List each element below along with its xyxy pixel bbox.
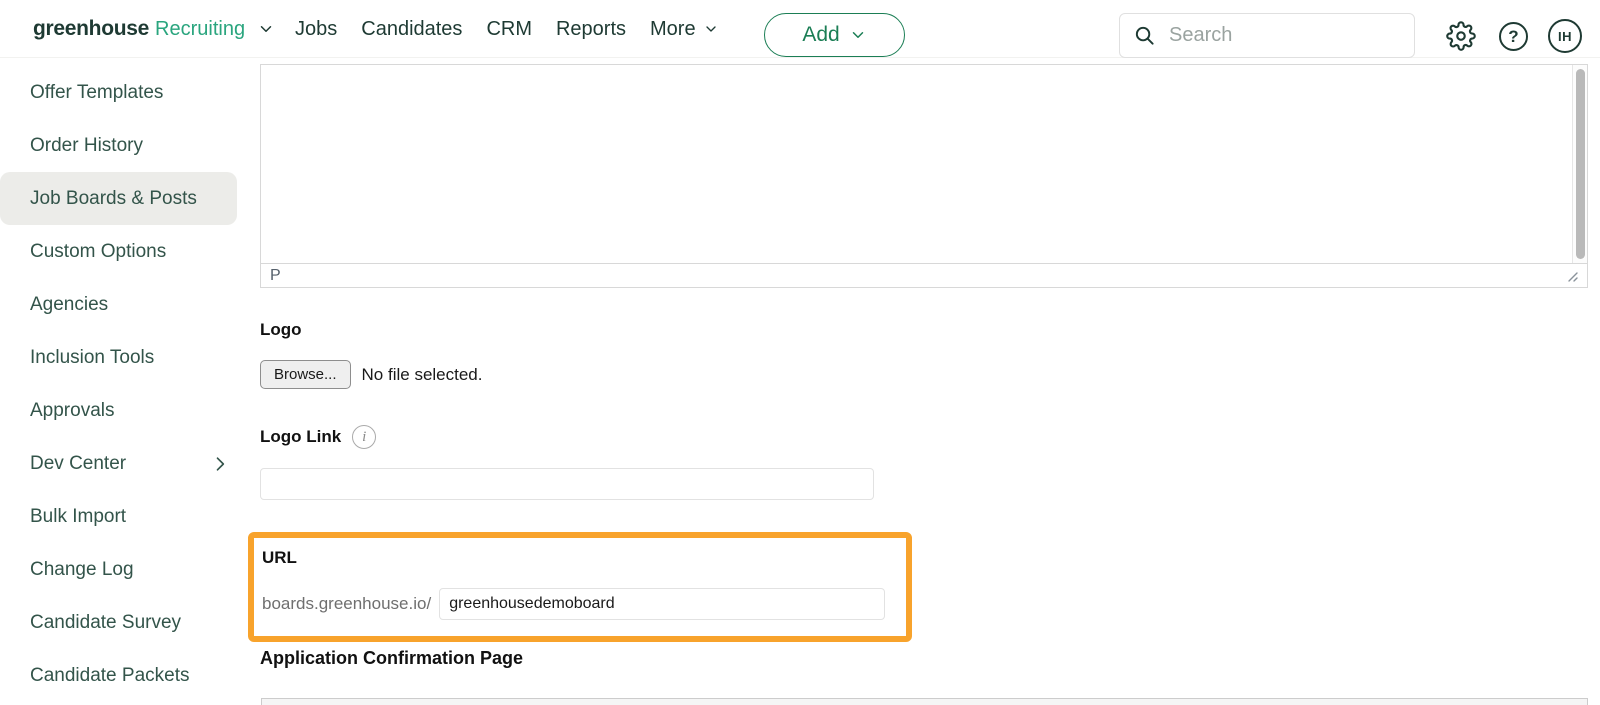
nav-item-more[interactable]: More — [650, 18, 719, 41]
search-icon — [1133, 24, 1156, 47]
editor-resize-grip-icon[interactable] — [1565, 269, 1578, 282]
editor-scrollbar-thumb[interactable] — [1576, 69, 1585, 259]
page: greenhouse Recruiting Jobs Candidates CR… — [0, 0, 1600, 705]
sidebar-item-inclusion-tools[interactable]: Inclusion Tools — [0, 331, 260, 384]
add-button[interactable]: Add — [764, 13, 905, 57]
url-section-heading: URL — [262, 548, 297, 568]
url-highlight-box: URL boards.greenhouse.io/ — [248, 532, 912, 642]
sidebar-item-candidate-survey[interactable]: Candidate Survey — [0, 596, 260, 649]
brand-wordmark: greenhouse — [33, 17, 149, 41]
sidebar-item-agencies[interactable]: Agencies — [0, 278, 260, 331]
product-name: Recruiting — [155, 18, 245, 41]
sidebar-item-dev-center[interactable]: Dev Center — [0, 437, 260, 490]
settings-gear-icon[interactable] — [1446, 21, 1476, 51]
logo-link-input[interactable] — [260, 468, 874, 500]
nav-item-jobs[interactable]: Jobs — [295, 18, 337, 41]
chevron-down-icon — [257, 20, 275, 38]
app-logo-menu[interactable]: greenhouse Recruiting — [33, 0, 275, 58]
editor-content-area[interactable] — [261, 65, 1572, 263]
sidebar-item-offer-templates[interactable]: Offer Templates — [0, 66, 260, 119]
confirmation-section-heading: Application Confirmation Page — [260, 648, 523, 669]
sidebar-item-change-log[interactable]: Change Log — [0, 543, 260, 596]
search-box — [1119, 13, 1415, 58]
sidebar-item-order-history[interactable]: Order History — [0, 119, 260, 172]
settings-sidebar: Offer Templates Order History Job Boards… — [0, 58, 260, 705]
editor-scrollbar[interactable] — [1572, 65, 1587, 263]
file-status-text: No file selected. — [362, 365, 483, 385]
info-icon[interactable]: i — [352, 425, 376, 449]
sidebar-item-job-boards-posts[interactable]: Job Boards & Posts — [0, 172, 237, 225]
nav-item-reports[interactable]: Reports — [556, 18, 626, 41]
chevron-right-icon — [210, 454, 230, 474]
nav-item-crm[interactable]: CRM — [486, 18, 532, 41]
editor-element-path: P — [270, 267, 281, 285]
search-input[interactable] — [1169, 24, 1401, 47]
logo-link-heading: Logo Link — [260, 427, 341, 447]
chevron-down-icon — [703, 21, 719, 37]
sidebar-item-bulk-import[interactable]: Bulk Import — [0, 490, 260, 543]
nav-item-candidates[interactable]: Candidates — [361, 18, 462, 41]
description-rich-text-editor: P — [260, 64, 1588, 288]
user-avatar[interactable]: IH — [1548, 19, 1582, 53]
chevron-down-icon — [849, 26, 867, 44]
sidebar-item-candidate-packets[interactable]: Candidate Packets — [0, 649, 260, 702]
logo-section-heading: Logo — [260, 320, 302, 340]
logo-file-upload: Browse... No file selected. — [260, 360, 482, 389]
primary-nav: Jobs Candidates CRM Reports More — [295, 0, 719, 58]
confirmation-editor-top-edge — [261, 698, 1588, 705]
browse-button[interactable]: Browse... — [260, 360, 351, 389]
editor-status-bar: P — [261, 263, 1587, 287]
board-url-input[interactable] — [439, 588, 885, 620]
top-nav-bar: greenhouse Recruiting Jobs Candidates CR… — [0, 0, 1600, 58]
help-icon[interactable]: ? — [1499, 22, 1528, 51]
sidebar-item-custom-options[interactable]: Custom Options — [0, 225, 260, 278]
sidebar-item-approvals[interactable]: Approvals — [0, 384, 260, 437]
url-prefix-text: boards.greenhouse.io/ — [262, 594, 431, 614]
